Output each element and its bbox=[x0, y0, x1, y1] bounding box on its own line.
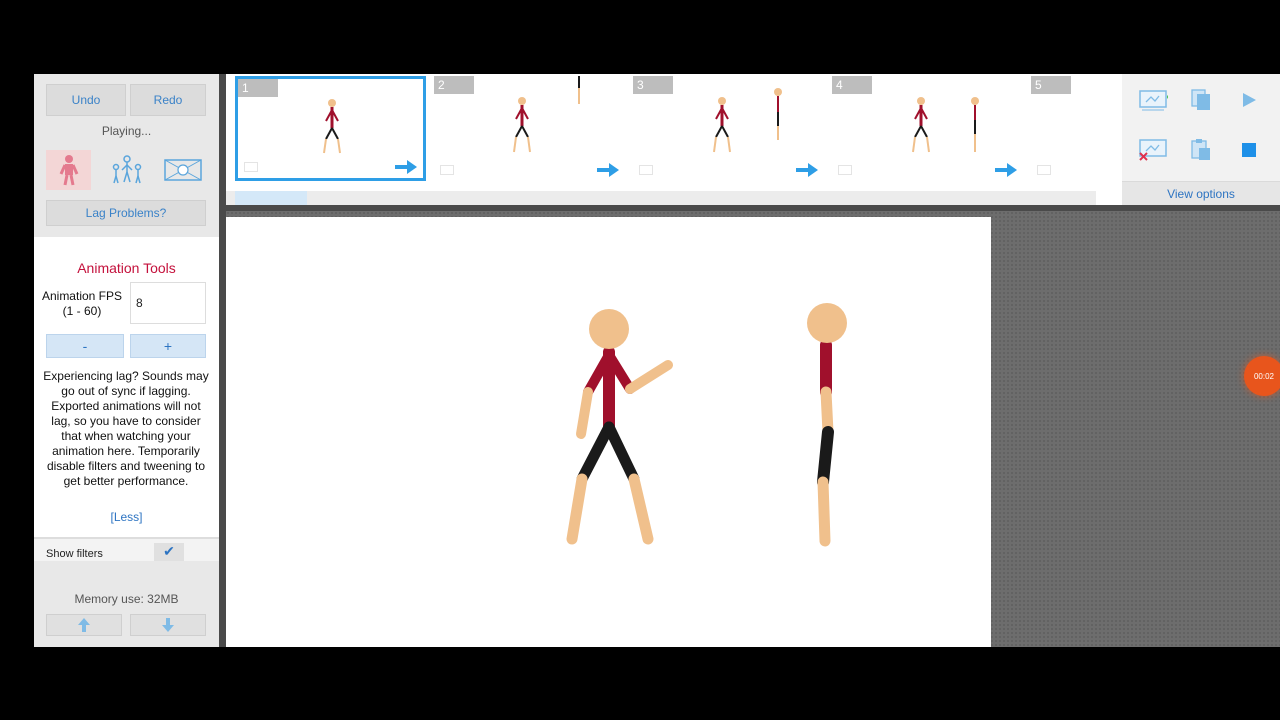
frame-thumbnail[interactable]: 4 bbox=[832, 76, 1023, 181]
play-icon bbox=[1243, 93, 1256, 107]
next-arrow-icon bbox=[597, 163, 619, 177]
lag-problems-button[interactable]: Lag Problems? bbox=[46, 200, 206, 226]
show-filters-checkbox[interactable]: ✔ bbox=[154, 543, 184, 561]
multi-figure-mode-button[interactable] bbox=[104, 150, 149, 190]
background-mode-button[interactable] bbox=[160, 150, 206, 190]
stick-figure-red[interactable] bbox=[566, 309, 673, 545]
stage-canvas bbox=[566, 303, 847, 547]
play-button[interactable] bbox=[1232, 84, 1266, 116]
delete-frame-button[interactable] bbox=[1136, 134, 1170, 166]
add-frame-icon bbox=[1139, 90, 1168, 111]
paste-frame-button[interactable] bbox=[1184, 134, 1218, 166]
section-divider bbox=[34, 237, 219, 249]
scroll-up-button[interactable] bbox=[46, 614, 122, 636]
show-filters-label: Show filters bbox=[46, 548, 103, 560]
canvas-area bbox=[226, 211, 1280, 647]
frame-number: 5 bbox=[1031, 76, 1071, 94]
frame-options-icon[interactable] bbox=[1037, 165, 1051, 175]
background-image-icon bbox=[164, 159, 202, 181]
animation-stage[interactable] bbox=[226, 217, 991, 647]
show-filters-row[interactable]: Show filters ✔ bbox=[34, 537, 219, 561]
animator-app: Undo Redo Playing... Lag Problems? Anima… bbox=[34, 74, 1280, 647]
undo-button[interactable]: Undo bbox=[46, 84, 126, 116]
fps-increase-button[interactable]: + bbox=[130, 334, 206, 358]
frames-scrollbar[interactable] bbox=[226, 191, 1096, 205]
stop-button[interactable] bbox=[1232, 134, 1266, 166]
fps-label: Animation FPS (1 - 60) bbox=[41, 289, 123, 318]
frames-scrollbar-handle[interactable] bbox=[235, 191, 307, 205]
lag-help-text: Experiencing lag? Sounds may go out of s… bbox=[43, 369, 209, 488]
left-panel: Undo Redo Playing... Lag Problems? Anima… bbox=[34, 74, 219, 647]
frames-timeline: 1 2 3 4 5 bbox=[226, 74, 1122, 211]
animation-tools-title: Animation Tools bbox=[77, 260, 176, 276]
frame-options-icon[interactable] bbox=[838, 165, 852, 175]
next-arrow-icon bbox=[796, 163, 818, 177]
memory-panel: Memory use: 32MB bbox=[34, 584, 219, 647]
recording-timer[interactable]: 00:02 bbox=[1244, 356, 1280, 396]
frame-options-icon[interactable] bbox=[639, 165, 653, 175]
scroll-down-button[interactable] bbox=[130, 614, 206, 636]
next-arrow-icon bbox=[395, 160, 417, 174]
redo-button[interactable]: Redo bbox=[130, 84, 206, 116]
arrow-up-icon bbox=[78, 618, 90, 632]
stop-icon bbox=[1242, 143, 1256, 157]
memory-usage: Memory use: 32MB bbox=[74, 592, 179, 606]
frame-thumbnail[interactable]: 1 bbox=[235, 76, 426, 181]
animation-tools-panel: Animation Tools Animation FPS (1 - 60) -… bbox=[34, 249, 219, 539]
frame-controls-panel: View options bbox=[1122, 74, 1280, 211]
fps-decrease-button[interactable]: - bbox=[46, 334, 124, 358]
copy-frame-icon bbox=[1191, 89, 1210, 110]
copy-frame-button[interactable] bbox=[1184, 84, 1218, 116]
panel-divider bbox=[219, 74, 226, 647]
playback-status: Playing... bbox=[101, 124, 152, 138]
frame-thumbnail[interactable]: 3 bbox=[633, 76, 824, 181]
frame-thumbnail[interactable]: 2 bbox=[434, 76, 625, 181]
add-frame-button[interactable] bbox=[1136, 84, 1170, 116]
frame-options-icon[interactable] bbox=[244, 162, 258, 172]
frame-thumbnail[interactable]: 5 bbox=[1031, 76, 1111, 181]
single-figure-icon bbox=[59, 155, 78, 186]
frame-options-icon[interactable] bbox=[440, 165, 454, 175]
multiple-figures-icon bbox=[112, 155, 141, 184]
less-link[interactable]: [Less] bbox=[34, 510, 219, 524]
single-figure-mode-button[interactable] bbox=[46, 150, 91, 190]
fps-input[interactable] bbox=[130, 282, 206, 324]
next-arrow-icon bbox=[995, 163, 1017, 177]
stick-figure-side[interactable] bbox=[807, 303, 847, 547]
delete-frame-icon bbox=[1139, 139, 1167, 161]
paste-frame-icon bbox=[1191, 139, 1210, 160]
view-options-button[interactable]: View options bbox=[1122, 181, 1280, 206]
arrow-down-icon bbox=[162, 618, 174, 632]
